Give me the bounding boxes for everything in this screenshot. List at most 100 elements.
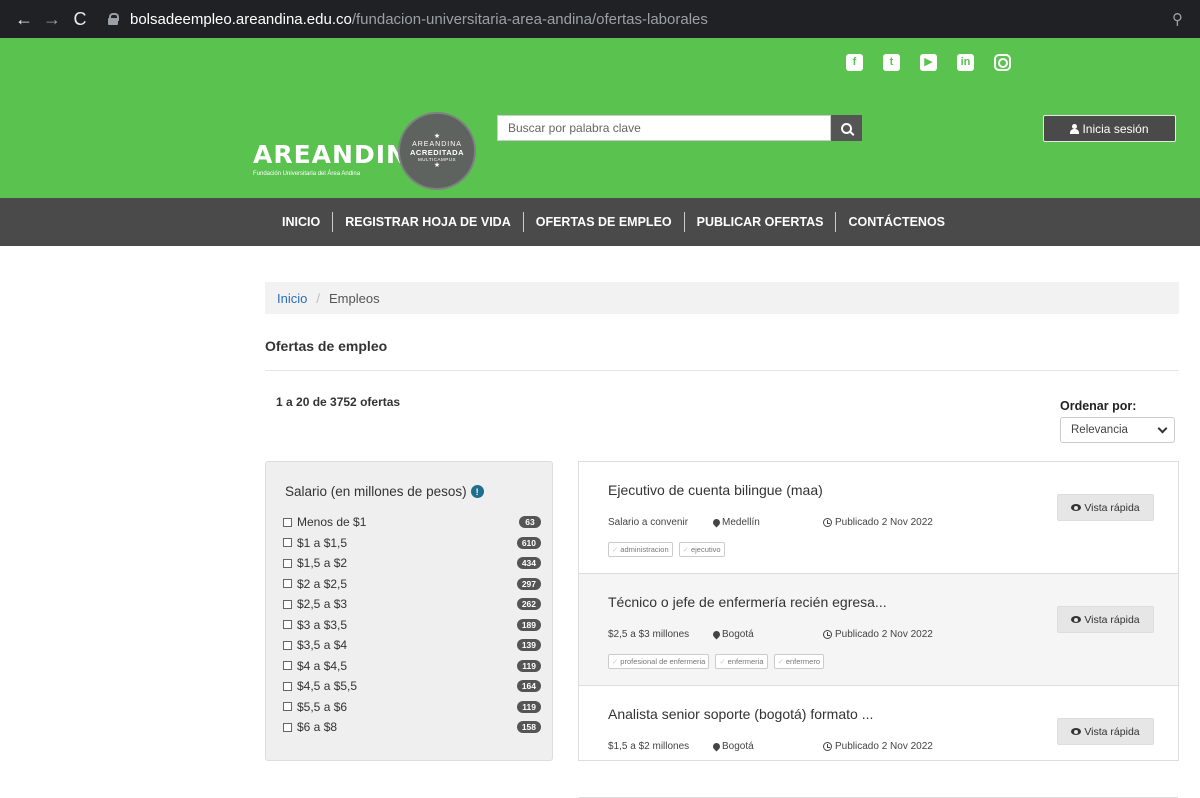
filter-option[interactable]: $6 a $8 158 [283, 717, 541, 738]
filter-option[interactable]: $4,5 a $5,5 164 [283, 676, 541, 697]
job-meta: $2,5 a $3 millones Bogotá Publicado 2 No… [608, 629, 933, 640]
filter-option[interactable]: $5,5 a $6 119 [283, 697, 541, 718]
job-tag[interactable]: enfermero [773, 654, 824, 669]
filter-option[interactable]: $3 a $3,5 189 [283, 615, 541, 636]
filter-option[interactable]: $3,5 a $4 139 [283, 635, 541, 656]
job-location: Medellín [722, 517, 760, 528]
filter-title: Salario (en millones de pesos) ! [285, 484, 484, 499]
job-card[interactable]: Analista senior soporte (bogotá) formato… [579, 686, 1178, 798]
job-title[interactable]: Analista senior soporte (bogotá) formato… [608, 706, 873, 722]
job-title[interactable]: Técnico o jefe de enfermería recién egre… [608, 594, 887, 610]
eye-icon [1071, 616, 1082, 623]
filter-option[interactable]: $4 a $4,5 119 [283, 656, 541, 677]
checkbox[interactable] [283, 620, 292, 630]
search-button[interactable] [831, 115, 862, 141]
youtube-icon[interactable]: ▶ [920, 54, 937, 71]
sort-select[interactable]: Relevancia [1060, 417, 1175, 443]
search-input[interactable] [497, 115, 831, 141]
job-location: Bogotá [722, 741, 754, 752]
salary-filter-panel: Salario (en millones de pesos) ! Menos d… [265, 461, 553, 761]
location-pin-icon [711, 629, 722, 640]
facebook-icon[interactable]: f [846, 54, 863, 71]
salary-filter-list: Menos de $1 63 $1 a $1,5 610 $1,5 a $2 434 … [283, 512, 541, 738]
twitter-icon[interactable]: t [883, 54, 900, 71]
quick-view-button[interactable]: Vista rápida [1057, 606, 1154, 633]
checkbox[interactable] [283, 517, 292, 527]
quick-view-button[interactable]: Vista rápida [1057, 718, 1154, 745]
count-badge: 434 [516, 557, 541, 570]
search-icon [841, 122, 852, 134]
star-icon: ★ [433, 132, 441, 140]
job-salary: Salario a convenir [608, 517, 689, 528]
accreditation-seal: ★ AREANDINA ACREDITADA MULTICAMPUS ★ [398, 112, 476, 190]
job-published: Publicado 2 Nov 2022 [835, 629, 933, 640]
results-count: 1 a 20 de 3752 ofertas [276, 395, 401, 409]
clock-icon [823, 742, 832, 751]
job-card[interactable]: Ejecutivo de cuenta bilingue (maa) Salar… [579, 462, 1178, 574]
site-logo-subtitle: Fundación Universitaria del Área Andina [253, 171, 361, 177]
count-badge: 262 [516, 598, 541, 611]
count-badge: 158 [516, 721, 541, 734]
instagram-icon[interactable] [994, 54, 1011, 71]
filter-option[interactable]: $1,5 a $2 434 [283, 553, 541, 574]
back-arrow-icon[interactable]: ← [10, 5, 38, 33]
job-title[interactable]: Ejecutivo de cuenta bilingue (maa) [608, 482, 823, 498]
linkedin-icon[interactable]: in [957, 54, 974, 71]
nav-inicio[interactable]: INICIO [270, 212, 334, 232]
nav-publicar-ofertas[interactable]: PUBLICAR OFERTAS [685, 212, 837, 232]
count-badge: 139 [516, 639, 541, 652]
breadcrumb-home-link[interactable]: Inicio [277, 291, 307, 306]
job-tag[interactable]: administracion [608, 542, 673, 557]
job-card[interactable]: Técnico o jefe de enfermería recién egre… [579, 574, 1178, 686]
clock-icon [823, 518, 832, 527]
nav-ofertas-de-empleo[interactable]: OFERTAS DE EMPLEO [524, 212, 685, 232]
job-tag[interactable]: ejecutivo [678, 542, 725, 557]
job-tag[interactable]: profesional de enfermeria [608, 654, 710, 669]
checkbox[interactable] [283, 579, 292, 589]
filter-option[interactable]: Menos de $1 63 [283, 512, 541, 533]
forward-arrow-icon[interactable]: → [38, 5, 66, 33]
checkbox[interactable] [283, 558, 292, 568]
job-list: Ejecutivo de cuenta bilingue (maa) Salar… [578, 461, 1179, 798]
page-title: Ofertas de empleo [265, 338, 388, 354]
job-location: Bogotá [722, 629, 754, 640]
checkbox[interactable] [283, 640, 292, 650]
job-tags: profesional de enfermeria enfermeria enf… [608, 654, 824, 669]
nav-registrar-hoja-de-vida[interactable]: REGISTRAR HOJA DE VIDA [333, 212, 524, 232]
checkbox[interactable] [283, 599, 292, 609]
checkbox[interactable] [283, 661, 292, 671]
job-tag[interactable]: enfermeria [715, 654, 768, 669]
count-badge: 119 [517, 700, 541, 713]
chevron-down-icon [1157, 423, 1168, 433]
count-badge: 297 [516, 577, 541, 590]
job-salary: $1,5 a $2 millones [608, 741, 690, 752]
login-button[interactable]: Inicia sesión [1043, 115, 1176, 142]
sort-label: Ordenar por: [1060, 399, 1137, 413]
checkbox[interactable] [283, 702, 292, 712]
nav-contactenos[interactable]: CONTÁCTENOS [836, 212, 957, 232]
filter-option[interactable]: $2 a $2,5 297 [283, 574, 541, 595]
checkbox[interactable] [283, 538, 292, 548]
job-salary: $2,5 a $3 millones [608, 629, 690, 640]
reload-icon[interactable]: C [66, 5, 94, 33]
info-icon[interactable]: ! [470, 485, 484, 498]
count-badge: 164 [516, 680, 541, 693]
location-pin-icon [711, 517, 722, 528]
url-path: /fundacion-universitaria-area-andina/ofe… [351, 10, 708, 28]
filter-option[interactable]: $1 a $1,5 610 [283, 533, 541, 554]
job-published: Publicado 2 Nov 2022 [835, 517, 933, 528]
count-badge: 119 [517, 659, 541, 672]
sort-selected-value: Relevancia [1071, 424, 1128, 436]
address-bar[interactable]: bolsadeempleo.areandina.edu.co/fundacion… [108, 11, 1172, 28]
browser-toolbar: ← → C bolsadeempleo.areandina.edu.co/fun… [0, 0, 1200, 38]
star-icon: ★ [433, 161, 441, 169]
job-tags: administracion ejecutivo [608, 542, 725, 557]
checkbox[interactable] [283, 681, 292, 691]
search-bar [497, 115, 862, 141]
checkbox[interactable] [283, 722, 292, 732]
zoom-icon[interactable]: ⚲ [1172, 10, 1190, 28]
quick-view-button[interactable]: Vista rápida [1057, 494, 1154, 521]
location-pin-icon [711, 741, 722, 752]
divider [265, 370, 1179, 371]
filter-option[interactable]: $2,5 a $3 262 [283, 594, 541, 615]
